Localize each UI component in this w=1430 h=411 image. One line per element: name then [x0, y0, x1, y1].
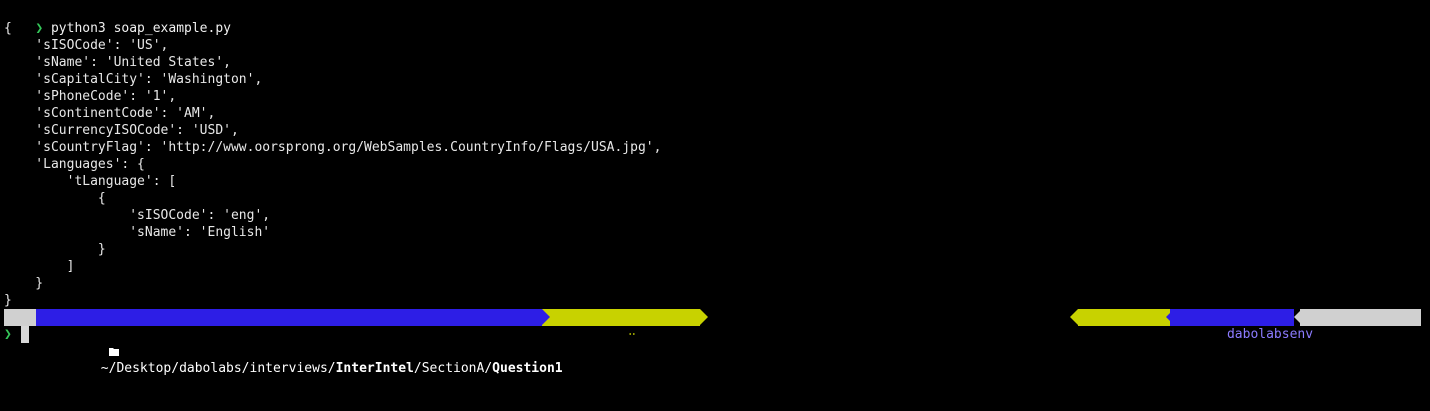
git-status: !1 ?2 — [702, 327, 742, 342]
output-line: } — [4, 242, 106, 257]
output-line: 'tLanguage': [ — [4, 174, 177, 189]
path-bold-current: Question1 — [492, 361, 563, 376]
output-line: 'sContinentCode': 'AM', — [4, 106, 216, 121]
virtualenv-segment: dabolabsenv — [1170, 309, 1331, 342]
git-separator — [700, 309, 708, 325]
output-line: } — [4, 276, 44, 291]
duration-segment: took 3s — [1078, 309, 1204, 342]
path-mid: /SectionA/ — [413, 361, 493, 376]
second-prompt-arrow-icon: ❯ — [4, 327, 12, 342]
command-line: ❯ python3 soap_example.py — [4, 3, 231, 36]
git-on-text: on — [602, 327, 619, 342]
output-line: 'sISOCode': 'eng', — [4, 208, 271, 223]
output-line: } — [4, 293, 12, 308]
git-segment: on main !1 ?2 — [542, 309, 741, 342]
os-segment — [4, 309, 84, 341]
output-line: 'sName': 'English' — [4, 225, 271, 240]
output-line: 'sISOCode': 'US', — [4, 38, 169, 53]
powerline-status-bar: ~/Desktop/dabolabs/interviews/InterIntel… — [0, 309, 1430, 376]
took-separator — [1070, 309, 1078, 325]
output-line: { — [4, 21, 12, 36]
terminal-window[interactable]: ❯ python3 soap_example.py { 'sISOCode': … — [0, 0, 1430, 411]
github-cat-icon — [626, 327, 638, 342]
path-bold-project: InterIntel — [335, 361, 414, 376]
output-line: 'sPhoneCode': '1', — [4, 89, 177, 104]
command-text: python3 soap_example.py — [50, 21, 231, 36]
dir-separator — [542, 309, 550, 325]
output-line: ] — [4, 259, 75, 274]
directory-segment: ~/Desktop/dabolabs/interviews/InterIntel… — [36, 309, 563, 376]
output-line: 'sCapitalCity': 'Washington', — [4, 72, 263, 87]
time-segment: at 12:38:20 — [1300, 309, 1430, 342]
output-line: 'sCountryFlag': 'http://www.oorsprong.or… — [4, 140, 662, 155]
branch-name: main — [663, 327, 695, 342]
prompt-arrow-icon: ❯ — [35, 21, 44, 36]
text-cursor[interactable] — [21, 326, 29, 343]
path-prefix: ~/Desktop/dabolabs/interviews/ — [100, 361, 336, 376]
env-name: dabolabsenv — [1226, 327, 1314, 342]
output-line: { — [4, 191, 106, 206]
output-line: 'sName': 'United States', — [4, 55, 231, 70]
time-text: at 12:38:20 — [1354, 327, 1430, 342]
git-branch-icon — [646, 327, 656, 342]
output-line: 'Languages': { — [4, 157, 145, 172]
output-line: 'sCurrencyISOCode': 'USD', — [4, 123, 239, 138]
